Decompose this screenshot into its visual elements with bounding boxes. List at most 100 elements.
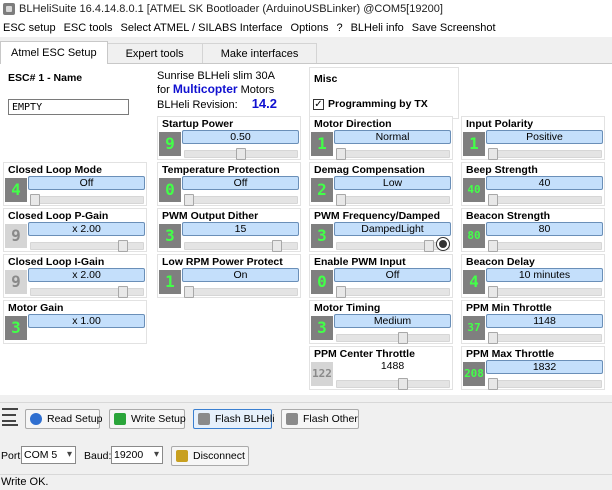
menu-help[interactable]: ? [333, 22, 347, 34]
read-setup-label: Read Setup [47, 413, 103, 425]
tab-atmel-esc-setup[interactable]: Atmel ESC Setup [0, 41, 108, 64]
beacon-delay-slider-thumb[interactable] [488, 286, 498, 298]
ppm-min-throttle-value[interactable]: 1148 [486, 314, 603, 328]
beep-strength-value[interactable]: 40 [486, 176, 603, 190]
low-rpm-power-protect-group: Low RPM Power Protect On 1 [157, 254, 301, 298]
closed-loop-mode-label: Closed Loop Mode [8, 164, 102, 176]
temperature-protection-slider-thumb[interactable] [184, 194, 194, 206]
closed-loop-mode-value[interactable]: Off [28, 176, 145, 190]
closed-loop-i-gain-value[interactable]: x 2.00 [28, 268, 145, 282]
beep-strength-group: Beep Strength 40 40 [461, 162, 605, 206]
motor-gain-value[interactable]: x 1.00 [28, 314, 145, 328]
beacon-strength-slider-thumb[interactable] [488, 240, 498, 252]
motor-direction-label: Motor Direction [314, 118, 392, 130]
baud-select[interactable]: 19200 [111, 446, 163, 464]
startup-power-label: Startup Power [162, 118, 234, 130]
write-setup-button[interactable]: Write Setup [109, 409, 186, 429]
tab-make-interfaces[interactable]: Make interfaces [201, 43, 318, 64]
menu-options[interactable]: Options [288, 22, 334, 34]
startup-power-slider-thumb[interactable] [236, 148, 246, 160]
enable-pwm-input-label: Enable PWM Input [314, 256, 406, 268]
ppm-max-throttle-value[interactable]: 1832 [486, 360, 603, 374]
flash-blheli-label: Flash BLHeli [215, 413, 275, 425]
low-rpm-power-protect-value[interactable]: On [182, 268, 299, 282]
beacon-strength-slider-track[interactable] [488, 242, 602, 250]
beacon-delay-group: Beacon Delay 10 minutes 4 [461, 254, 605, 298]
menu-save-screenshot[interactable]: Save Screenshot [409, 22, 501, 34]
pwm-frequency-damped-slider-thumb[interactable] [424, 240, 435, 252]
closed-loop-p-gain-value[interactable]: x 2.00 [28, 222, 145, 236]
ppm-min-throttle-slider-track[interactable] [488, 334, 602, 342]
demag-compensation-slider-thumb[interactable] [336, 194, 346, 206]
input-polarity-value[interactable]: Positive [486, 130, 603, 144]
tab-expert-tools[interactable]: Expert tools [106, 43, 203, 64]
enable-pwm-input-value[interactable]: Off [334, 268, 451, 282]
ppm-center-throttle-value[interactable]: 1488 [334, 360, 451, 374]
revision-label: BLHeli Revision: [157, 99, 238, 111]
motor-direction-group: Motor Direction Normal 1 [309, 116, 453, 160]
ppm-center-throttle-label: PPM Center Throttle [314, 348, 415, 360]
ppm-max-throttle-slider-track[interactable] [488, 380, 602, 388]
closed-loop-mode-index: 4 [5, 178, 27, 202]
startup-power-value[interactable]: 0.50 [182, 130, 299, 144]
tab-bar: Atmel ESC Setup Expert tools Make interf… [0, 41, 318, 64]
closed-loop-p-gain-slider-thumb[interactable] [118, 240, 129, 252]
enable-pwm-input-index: 0 [311, 270, 333, 294]
flash-other-label: Flash Other [303, 413, 358, 425]
closed-loop-i-gain-label: Closed Loop I-Gain [8, 256, 105, 268]
temperature-protection-slider-track[interactable] [184, 196, 298, 204]
enable-pwm-input-slider-track[interactable] [336, 288, 450, 296]
input-polarity-slider-thumb[interactable] [488, 148, 498, 160]
demag-compensation-value[interactable]: Low [334, 176, 451, 190]
programming-by-tx-checkbox[interactable]: ✓ [313, 99, 324, 110]
low-rpm-power-protect-slider-track[interactable] [184, 288, 298, 296]
closed-loop-mode-slider-track[interactable] [30, 196, 144, 204]
menu-esc-setup[interactable]: ESC setup [0, 22, 61, 34]
closed-loop-p-gain-label: Closed Loop P-Gain [8, 210, 109, 222]
beacon-delay-value[interactable]: 10 minutes [486, 268, 603, 282]
flash-other-button[interactable]: Flash Other [281, 409, 359, 429]
beacon-strength-index: 80 [463, 224, 485, 248]
temperature-protection-value[interactable]: Off [182, 176, 299, 190]
beep-strength-index: 40 [463, 178, 485, 202]
closed-loop-i-gain-slider-thumb[interactable] [118, 286, 129, 298]
read-setup-button[interactable]: Read Setup [25, 409, 103, 429]
menu-interface[interactable]: Select ATMEL / SILABS Interface [118, 22, 288, 34]
read-icon [30, 413, 42, 425]
beep-strength-slider-thumb[interactable] [488, 194, 498, 206]
beep-strength-slider-track[interactable] [488, 196, 602, 204]
pwm-output-dither-value[interactable]: 15 [182, 222, 299, 236]
motor-direction-value[interactable]: Normal [334, 130, 451, 144]
flash-blheli-button[interactable]: Flash BLHeli [193, 409, 275, 429]
closed-loop-mode-slider-thumb[interactable] [30, 194, 40, 206]
beacon-strength-value[interactable]: 80 [486, 222, 603, 236]
ppm-center-throttle-slider-thumb[interactable] [398, 378, 409, 390]
temperature-protection-group: Temperature Protection Off 0 [157, 162, 301, 206]
esc-setup-panel: ESC# 1 - Name Sunrise BLHeli slim 30A fo… [0, 63, 612, 395]
ppm-min-throttle-label: PPM Min Throttle [466, 302, 552, 314]
motor-timing-label: Motor Timing [314, 302, 381, 314]
pwm-frequency-damped-label: PWM Frequency/Damped [314, 210, 441, 222]
closed-loop-mode-group: Closed Loop Mode Off 4 [3, 162, 147, 206]
input-polarity-slider-track[interactable] [488, 150, 602, 158]
beacon-delay-slider-track[interactable] [488, 288, 602, 296]
ppm-center-throttle-slider-track[interactable] [336, 380, 450, 388]
pwm-frequency-damped-value[interactable]: DampedLight [334, 222, 451, 236]
disconnect-button[interactable]: Disconnect [171, 446, 249, 466]
demag-compensation-slider-track[interactable] [336, 196, 450, 204]
esc-name-field[interactable] [8, 99, 129, 115]
motor-direction-slider-track[interactable] [336, 150, 450, 158]
motor-timing-slider-thumb[interactable] [398, 332, 409, 344]
motor-timing-slider-track[interactable] [336, 334, 450, 342]
menu-esc-tools[interactable]: ESC tools [61, 22, 118, 34]
port-select[interactable]: COM 5 [21, 446, 76, 464]
low-rpm-power-protect-slider-thumb[interactable] [184, 286, 194, 298]
motor-timing-value[interactable]: Medium [334, 314, 451, 328]
pwm-output-dither-slider-thumb[interactable] [272, 240, 283, 252]
motor-direction-slider-thumb[interactable] [336, 148, 346, 160]
enable-pwm-input-slider-thumb[interactable] [336, 286, 346, 298]
ppm-max-throttle-slider-thumb[interactable] [488, 378, 498, 390]
ppm-min-throttle-slider-thumb[interactable] [488, 332, 498, 344]
motor-direction-index: 1 [311, 132, 333, 156]
menu-blheli-info[interactable]: BLHeli info [348, 22, 409, 34]
